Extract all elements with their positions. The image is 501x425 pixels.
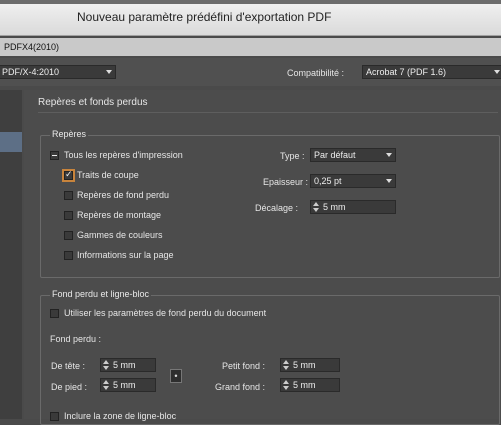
registration-marks-checkbox[interactable] (64, 211, 73, 220)
inside-bleed-value: 5 mm (293, 360, 316, 370)
compatibility-dropdown[interactable]: Acrobat 7 (PDF 1.6) (362, 65, 501, 79)
outside-bleed-value: 5 mm (293, 380, 316, 390)
titlebar-top-strip (0, 0, 501, 4)
spinner-icon[interactable] (102, 380, 110, 390)
offset-label: Décalage : (255, 203, 299, 213)
preset-name-row[interactable]: PDFX4(2010) (0, 38, 501, 56)
page-info-checkbox[interactable] (64, 251, 73, 260)
weight-label: Epaisseur : (263, 177, 309, 187)
weight-value: 0,25 pt (314, 176, 342, 186)
outside-bleed-input[interactable]: 5 mm (280, 378, 340, 392)
weight-dropdown[interactable]: 0,25 pt (310, 174, 396, 188)
spinner-icon[interactable] (282, 360, 290, 370)
bleed-marks-label: Repères de fond perdu (77, 190, 170, 200)
outside-bleed-label: Grand fond : (215, 382, 266, 392)
color-bars-label: Gammes de couleurs (77, 230, 163, 240)
type-value: Par défaut (314, 150, 356, 160)
top-bleed-value: 5 mm (113, 360, 136, 370)
main-panel: Repères et fonds perdus Repères Tous les… (24, 90, 501, 425)
page-info-label: Informations sur la page (77, 250, 174, 260)
type-dropdown[interactable]: Par défaut (310, 148, 396, 162)
offset-value: 5 mm (323, 202, 346, 212)
bleed-legend: Fond perdu et ligne-bloc (50, 289, 152, 299)
offset-input[interactable]: 5 mm (310, 200, 396, 214)
chevron-down-icon (386, 153, 392, 157)
chevron-down-icon (106, 70, 112, 74)
all-marks-label: Tous les repères d'impression (64, 150, 183, 160)
standard-row: PDF/X-4:2010 Compatibilité : Acrobat 7 (… (0, 58, 501, 86)
standard-value: PDF/X-4:2010 (2, 67, 60, 77)
inside-bleed-label: Petit fond : (222, 361, 266, 371)
spinner-icon[interactable] (312, 202, 320, 212)
spinner-icon[interactable] (282, 380, 290, 390)
include-slug-label: Inclure la zone de ligne-bloc (64, 411, 177, 421)
window-title: Nouveau paramètre prédéfini d'exportatio… (77, 10, 332, 24)
registration-marks-label: Repères de montage (77, 210, 162, 220)
bottom-bleed-input[interactable]: 5 mm (100, 378, 156, 392)
bottom-bleed-label: De pied : (51, 382, 88, 392)
bottom-bleed-value: 5 mm (113, 380, 136, 390)
chain-link-icon[interactable]: • (170, 369, 182, 383)
section-title: Repères et fonds perdus (38, 97, 148, 108)
preset-name: PDFX4(2010) (4, 42, 60, 52)
inside-bleed-input[interactable]: 5 mm (280, 358, 340, 372)
top-bleed-label: De tête : (51, 361, 86, 371)
color-bars-checkbox[interactable] (64, 231, 73, 240)
section-divider (38, 112, 498, 113)
top-bleed-input[interactable]: 5 mm (100, 358, 156, 372)
window-titlebar: Nouveau paramètre prédéfini d'exportatio… (0, 0, 501, 36)
all-marks-checkbox[interactable] (50, 151, 59, 160)
include-slug-checkbox[interactable] (50, 412, 59, 421)
category-sidebar (0, 90, 22, 419)
compatibility-label: Compatibilité : (287, 68, 345, 78)
use-document-bleed-label: Utiliser les paramètres de fond perdu du… (64, 308, 267, 318)
standard-dropdown[interactable]: PDF/X-4:2010 (0, 65, 116, 79)
chevron-down-icon (386, 179, 392, 183)
bleed-marks-checkbox[interactable] (64, 191, 73, 200)
trim-marks-label: Traits de coupe (77, 170, 139, 180)
type-label: Type : (280, 151, 305, 161)
marks-legend: Repères (50, 129, 89, 139)
trim-marks-checkbox[interactable] (64, 169, 73, 180)
sidebar-item-selected[interactable] (0, 132, 22, 152)
bleed-sublabel: Fond perdu : (50, 334, 102, 344)
use-document-bleed-checkbox[interactable] (50, 309, 59, 318)
compatibility-value: Acrobat 7 (PDF 1.6) (366, 67, 447, 77)
spinner-icon[interactable] (102, 360, 110, 370)
chevron-down-icon (494, 70, 500, 74)
